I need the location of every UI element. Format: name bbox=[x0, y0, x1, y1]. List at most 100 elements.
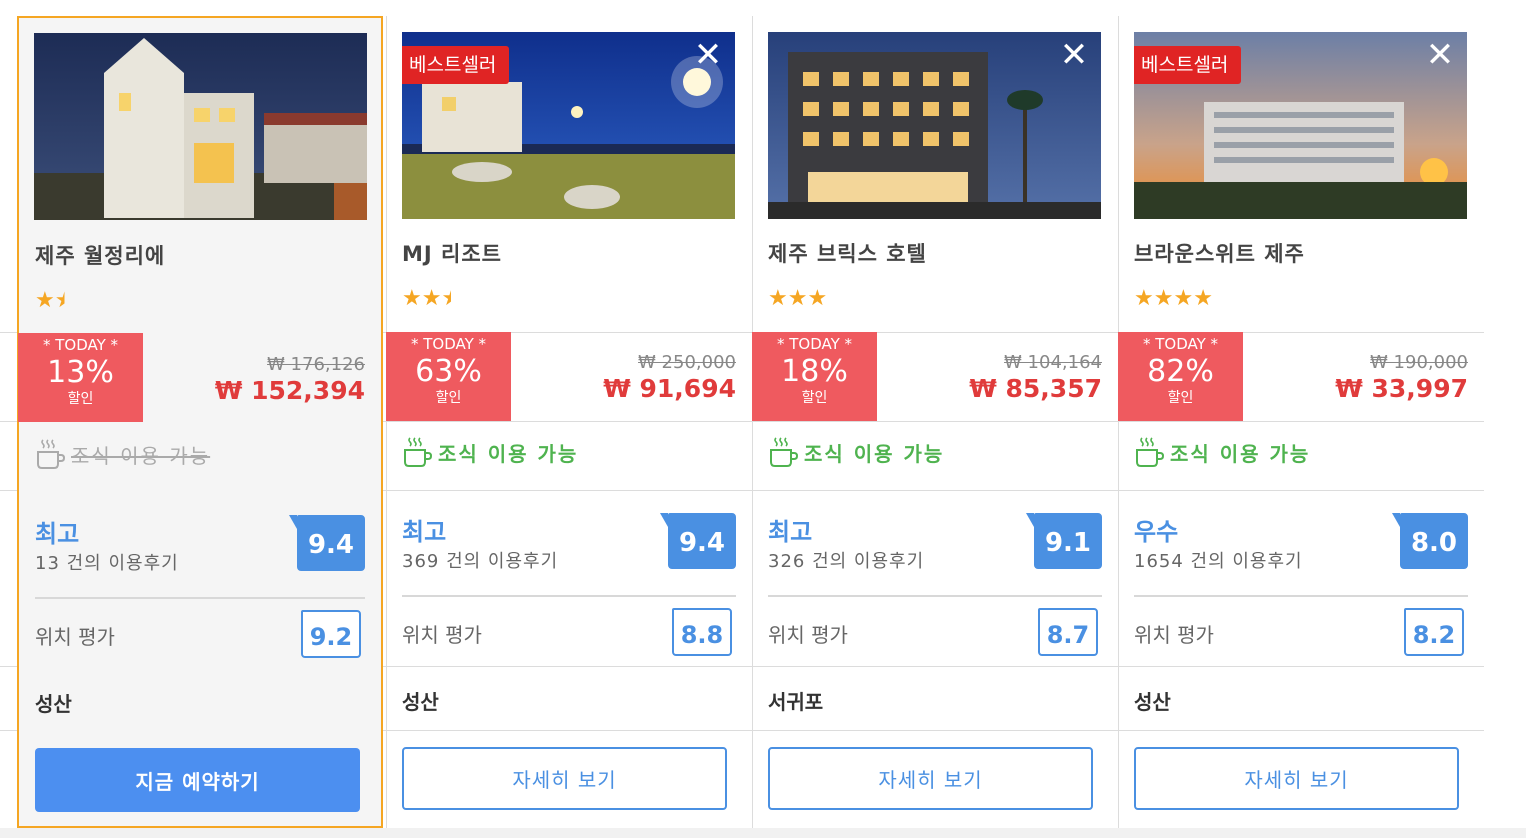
star-icon: ★ bbox=[787, 286, 808, 311]
breakfast-info: 조식 이용 가능 bbox=[1134, 436, 1310, 468]
discount-label: 할인 bbox=[67, 391, 94, 407]
hotel-photo-image bbox=[768, 32, 1101, 219]
bottom-strip bbox=[0, 828, 1526, 838]
original-price: ₩ 250,000 bbox=[638, 352, 736, 373]
location-rating-label: 위치 평가 bbox=[1134, 623, 1214, 647]
star-icon: ★ bbox=[402, 286, 422, 311]
review-rating-word: 최고 bbox=[768, 518, 813, 546]
coffee-cup-icon bbox=[404, 437, 432, 467]
review-score-badge: 9.4 bbox=[660, 513, 736, 569]
review-score-badge: 9.4 bbox=[289, 515, 365, 571]
area-name: 성산 bbox=[1134, 690, 1171, 714]
deal-price: ₩ 85,357 bbox=[969, 374, 1102, 403]
original-price: ₩ 104,164 bbox=[1004, 352, 1102, 373]
hotel-name[interactable]: 브라운스위트 제주 bbox=[1134, 238, 1305, 268]
star-icon: ★ bbox=[1193, 286, 1213, 311]
hotel-card-4: 베스트셀러 ✕ 브라운스위트 제주 ★★★★ * TODAY * 82% 할인 … bbox=[1118, 16, 1484, 828]
close-icon[interactable]: ✕ bbox=[693, 38, 723, 72]
view-details-button[interactable]: 자세히 보기 bbox=[402, 747, 727, 810]
breakfast-info: 조식 이용 가능 bbox=[402, 436, 578, 468]
hotel-card-1: 제주 월정리에 ★★ * TODAY * 13% 할인 ₩ 176,126 ₩ … bbox=[17, 16, 383, 828]
hotel-photo[interactable]: 베스트셀러 ✕ bbox=[402, 32, 735, 219]
hotel-photo[interactable]: 베스트셀러 ✕ bbox=[1134, 32, 1467, 219]
coffee-cup-icon bbox=[1136, 437, 1164, 467]
today-label: * TODAY * bbox=[1142, 335, 1219, 353]
location-rating-label: 위치 평가 bbox=[768, 623, 848, 647]
star-icon: ★ bbox=[768, 286, 788, 311]
breakfast-label: 조식 이용 가능 bbox=[1170, 441, 1311, 466]
hotel-photo[interactable] bbox=[34, 33, 367, 220]
discount-percent: 13% bbox=[47, 355, 114, 390]
star-rating: ★★ bbox=[35, 288, 74, 313]
breakfast-label: 조식 이용 가능 bbox=[71, 443, 211, 468]
review-divider bbox=[1134, 595, 1468, 597]
star-rating: ★★★ bbox=[402, 286, 461, 311]
review-count[interactable]: 1654 건의 이용후기 bbox=[1134, 547, 1303, 573]
star-rating: ★★★ bbox=[768, 286, 827, 311]
review-count[interactable]: 13 건의 이용후기 bbox=[35, 549, 179, 575]
discount-percent: 18% bbox=[781, 354, 848, 389]
review-count[interactable]: 369 건의 이용후기 bbox=[402, 547, 558, 573]
hotel-name[interactable]: MJ 리조트 bbox=[402, 238, 502, 268]
review-divider bbox=[35, 597, 365, 599]
discount-label: 할인 bbox=[1167, 390, 1194, 406]
star-icon: ★ bbox=[1173, 286, 1194, 311]
deal-price: ₩ 91,694 bbox=[603, 374, 736, 403]
breakfast-info-unavailable: 조식 이용 가능 bbox=[35, 438, 210, 470]
hotel-photo-image bbox=[34, 33, 367, 220]
today-deal-badge: * TODAY * 18% 할인 bbox=[752, 332, 877, 421]
location-score-badge: 8.2 bbox=[1404, 608, 1464, 656]
discount-label: 할인 bbox=[801, 390, 828, 406]
location-rating-label: 위치 평가 bbox=[35, 625, 115, 649]
today-deal-badge: * TODAY * 13% 할인 bbox=[18, 333, 143, 422]
today-label: * TODAY * bbox=[410, 335, 487, 353]
star-icon: ★ bbox=[1134, 286, 1154, 311]
hotel-name[interactable]: 제주 월정리에 bbox=[35, 240, 165, 270]
close-icon[interactable]: ✕ bbox=[1425, 38, 1455, 72]
bestseller-badge: 베스트셀러 bbox=[402, 46, 510, 84]
review-divider bbox=[402, 595, 736, 597]
original-price: ₩ 190,000 bbox=[1370, 352, 1468, 373]
view-details-button[interactable]: 자세히 보기 bbox=[1134, 747, 1459, 810]
today-label: * TODAY * bbox=[42, 336, 119, 354]
hotel-card-2: 베스트셀러 ✕ MJ 리조트 ★★★ * TODAY * 63% 할인 ₩ 25… bbox=[386, 16, 752, 828]
review-count[interactable]: 326 건의 이용후기 bbox=[768, 547, 924, 573]
location-score-badge: 8.8 bbox=[672, 608, 732, 656]
breakfast-label: 조식 이용 가능 bbox=[438, 441, 579, 466]
original-price: ₩ 176,126 bbox=[267, 354, 365, 375]
discount-percent: 82% bbox=[1147, 354, 1214, 389]
half-star-icon: ★ bbox=[54, 288, 75, 313]
star-icon: ★ bbox=[421, 286, 442, 311]
review-rating-word: 최고 bbox=[35, 520, 80, 548]
discount-percent: 63% bbox=[415, 354, 482, 389]
star-icon: ★ bbox=[35, 288, 55, 313]
star-rating: ★★★★ bbox=[1134, 286, 1213, 311]
breakfast-info: 조식 이용 가능 bbox=[768, 436, 944, 468]
view-details-button[interactable]: 자세히 보기 bbox=[768, 747, 1093, 810]
review-score-badge: 9.1 bbox=[1026, 513, 1102, 569]
coffee-cup-icon bbox=[770, 437, 798, 467]
review-divider bbox=[768, 595, 1102, 597]
hotel-photo[interactable]: ✕ bbox=[768, 32, 1101, 219]
location-score-badge: 8.7 bbox=[1038, 608, 1098, 656]
review-rating-word: 우수 bbox=[1134, 518, 1179, 546]
hotel-name[interactable]: 제주 브릭스 호텔 bbox=[768, 238, 927, 268]
location-score-badge: 9.2 bbox=[301, 610, 361, 658]
book-now-button[interactable]: 지금 예약하기 bbox=[35, 748, 360, 812]
deal-price: ₩ 33,997 bbox=[1335, 374, 1468, 403]
bestseller-badge: 베스트셀러 bbox=[1134, 46, 1242, 84]
star-icon: ★ bbox=[1153, 286, 1174, 311]
today-deal-badge: * TODAY * 82% 할인 bbox=[1118, 332, 1243, 421]
area-name: 서귀포 bbox=[768, 690, 824, 714]
review-rating-word: 최고 bbox=[402, 518, 447, 546]
location-rating-label: 위치 평가 bbox=[402, 623, 482, 647]
coffee-cup-icon bbox=[37, 439, 65, 469]
breakfast-label: 조식 이용 가능 bbox=[804, 441, 945, 466]
review-score-badge: 8.0 bbox=[1392, 513, 1468, 569]
deal-price: ₩ 152,394 bbox=[214, 376, 365, 405]
close-icon[interactable]: ✕ bbox=[1059, 38, 1089, 72]
today-deal-badge: * TODAY * 63% 할인 bbox=[386, 332, 511, 421]
area-name: 성산 bbox=[402, 690, 439, 714]
star-icon: ★ bbox=[807, 286, 828, 311]
discount-label: 할인 bbox=[435, 390, 462, 406]
